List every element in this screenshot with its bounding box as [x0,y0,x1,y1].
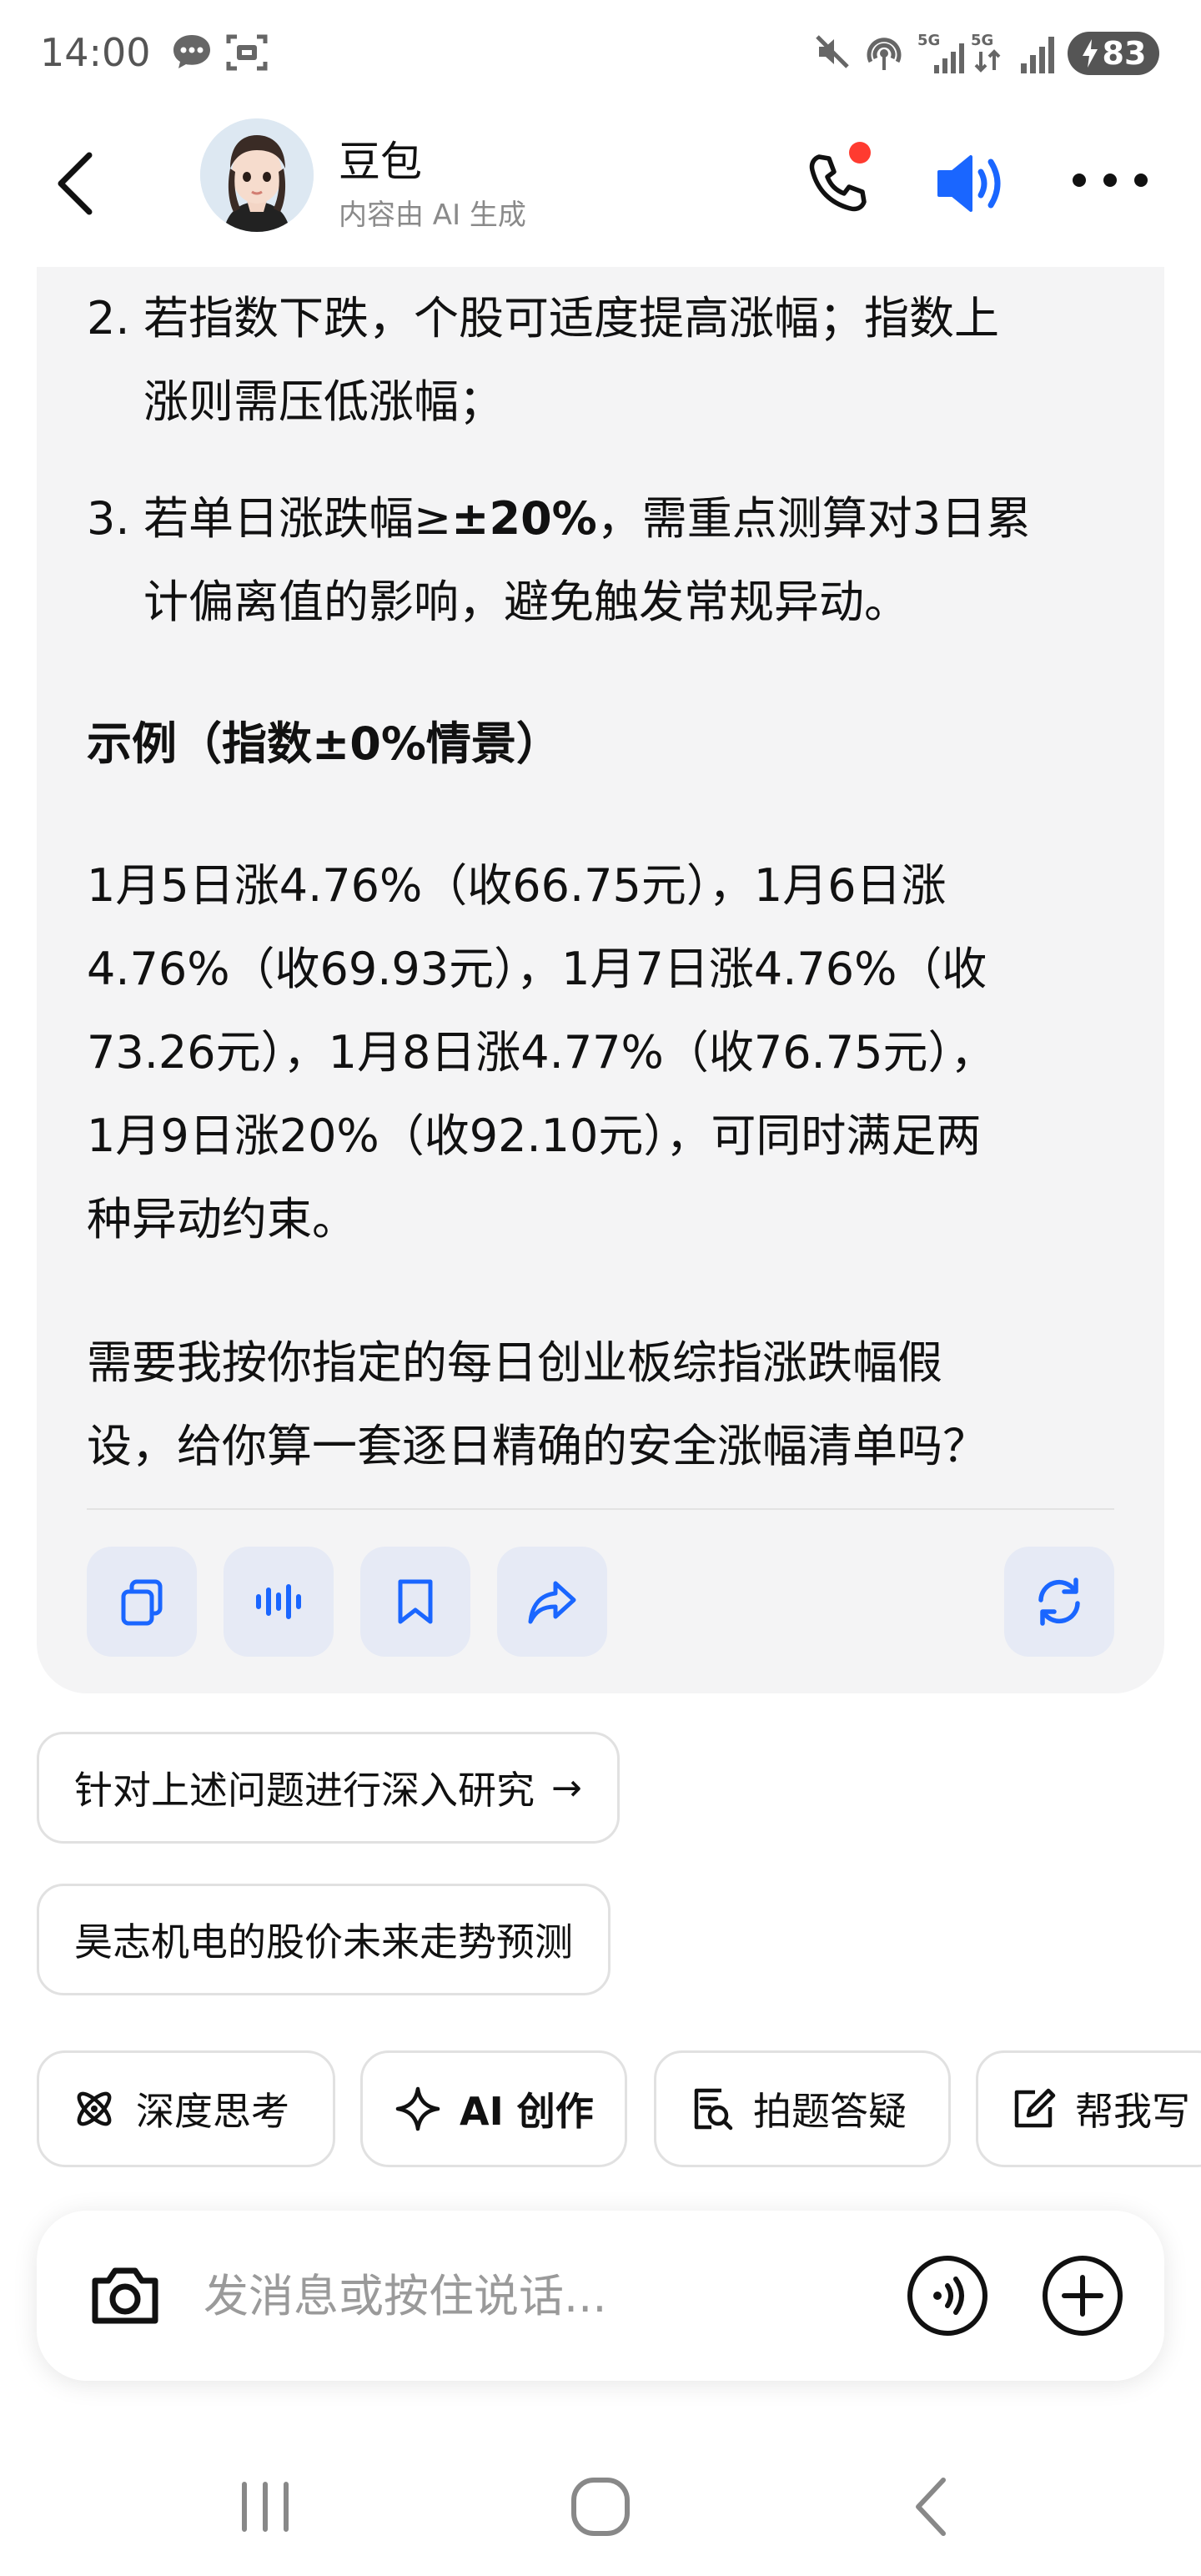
share-icon [528,1581,576,1624]
svg-text:5G: 5G [971,32,993,49]
signal-5g-data-icon: 5G [971,32,1001,73]
avatar-illustration [200,118,314,232]
signal-icon [1021,37,1054,73]
copy-button[interactable] [87,1547,197,1657]
charging-icon [1082,39,1098,68]
add-attachment-icon[interactable] [1039,2252,1126,2339]
regenerate-icon [1038,1577,1080,1626]
example-heading: 示例（指数±0%情景） [87,717,561,770]
chat-title: 豆包 [339,138,422,186]
svg-text:5G: 5G [917,32,940,49]
bot-avatar[interactable] [200,118,314,232]
share-button[interactable] [497,1547,607,1657]
followup-question: 需要我按你指定的每日创业板综指涨跌幅假 设，给你算一套逐日精确的安全涨幅清单吗？ [87,1321,1121,1488]
suggestion-label: 昊志机电的股价未来走势预测 [74,1919,573,1965]
system-back-button[interactable] [881,2469,981,2544]
tool-label: 帮我写 [1075,2089,1190,2134]
list-text-line: 计偏离值的影响，避免触发常规异动。 [143,576,909,628]
list-number: 3. [87,492,130,545]
copy-icon [121,1579,163,1626]
message-icon [173,35,210,68]
list-text-line: 涨则需压低涨幅； [143,375,504,428]
more-dot [1103,174,1117,187]
tool-photo-question[interactable]: 拍题答疑 [654,2050,951,2167]
followup-line: 设，给你算一套逐日精确的安全涨幅清单吗？ [87,1420,987,1472]
screenshot-icon [226,34,268,71]
tool-ai-create[interactable]: AI 创作 [360,2050,627,2167]
regenerate-button[interactable] [1004,1547,1114,1657]
list-text-line: 若指数下跌，个股可适度提高涨幅；指数上 [143,292,999,345]
tool-label: AI 创作 [460,2089,594,2134]
system-nav-bar [0,2436,1201,2576]
tool-label: 深度思考 [136,2089,289,2134]
list-item: 2. 若指数下跌，个股可适度提高涨幅；指数上 涨则需压低涨幅； [87,277,1138,444]
example-line: 种异动约束。 [87,1193,357,1245]
example-line: 4.76%（收69.93元），1月7日涨4.76%（收 [87,943,987,995]
camera-icon[interactable] [83,2254,167,2337]
tool-help-write[interactable]: 帮我写 [976,2050,1201,2167]
recent-apps-icon [242,2482,289,2532]
back-button[interactable] [42,142,108,225]
bookmark-button[interactable] [360,1547,470,1657]
example-line: 73.26元），1月8日涨4.77%（收76.75元）， [87,1026,996,1079]
recent-apps-button[interactable] [215,2469,315,2544]
scan-question-icon [694,2088,733,2131]
home-button[interactable] [550,2469,651,2544]
home-icon [571,2478,630,2536]
suggestion-chip[interactable]: 针对上述问题进行深入研究 → [37,1732,620,1844]
message-divider [87,1508,1114,1510]
back-chevron-icon [58,152,93,215]
more-dot [1073,174,1086,187]
composer [37,2211,1164,2381]
tool-label: 拍题答疑 [753,2089,907,2134]
read-aloud-icon [256,1584,301,1619]
suggestion-label: 针对上述问题进行深入研究 [74,1768,535,1813]
edit-icon [1014,2088,1056,2128]
list-item: 3. 若单日涨跌幅≥±20%，需重点测算对3日累 计偏离值的影响，避免触发常规异… [87,477,1138,644]
read-aloud-button[interactable] [224,1547,334,1657]
tool-deep-think[interactable]: 深度思考 [37,2050,335,2167]
notification-dot [849,142,871,164]
more-options-button[interactable] [1073,155,1148,205]
signal-5g-icon: 5G [917,32,964,73]
status-time: 14:00 [40,30,151,75]
example-line: 1月9日涨20%（收92.10元），可同时满足两 [87,1109,982,1162]
list-text-line: 若单日涨跌幅≥±20%，需重点测算对3日累 [143,477,1138,561]
bookmark-icon [398,1579,433,1624]
list-text-bold: ±20% [451,492,597,545]
example-line: 1月5日涨4.76%（收66.75元），1月6日涨 [87,859,947,912]
mute-icon [816,35,849,68]
atom-icon [77,2091,112,2126]
suggestion-chip[interactable]: 昊志机电的股价未来走势预测 [37,1884,611,1995]
status-bar: 14:00 5G 5G 83 [0,0,1201,108]
followup-line: 需要我按你指定的每日创业板综指涨跌幅假 [87,1336,942,1389]
chat-header: 豆包 内容由 AI 生成 [0,108,1201,259]
message-input[interactable] [204,2254,887,2337]
ai-disclaimer: 内容由 AI 生成 [339,199,526,232]
example-paragraph: 1月5日涨4.76%（收66.75元），1月6日涨 4.76%（收69.93元）… [87,844,1121,1261]
speaker-icon [937,155,1001,212]
sparkle-icon [395,2086,440,2131]
arrow-right-icon: → [551,1766,582,1809]
assistant-message: 2. 若指数下跌，个股可适度提高涨幅；指数上 涨则需压低涨幅； 3. 若单日涨跌… [37,267,1164,1693]
system-back-icon [916,2478,946,2536]
speaker-toggle-button[interactable] [927,142,1011,225]
battery-indicator: 83 [1068,32,1159,75]
battery-level: 83 [1102,35,1147,72]
voice-input-icon[interactable] [904,2252,991,2339]
list-text-prefix: 若单日涨跌幅≥ [143,492,452,545]
more-dot [1134,174,1148,187]
list-number: 2. [87,292,130,345]
hotspot-icon [867,38,902,70]
list-text-suffix: ，需重点测算对3日累 [596,492,1032,545]
